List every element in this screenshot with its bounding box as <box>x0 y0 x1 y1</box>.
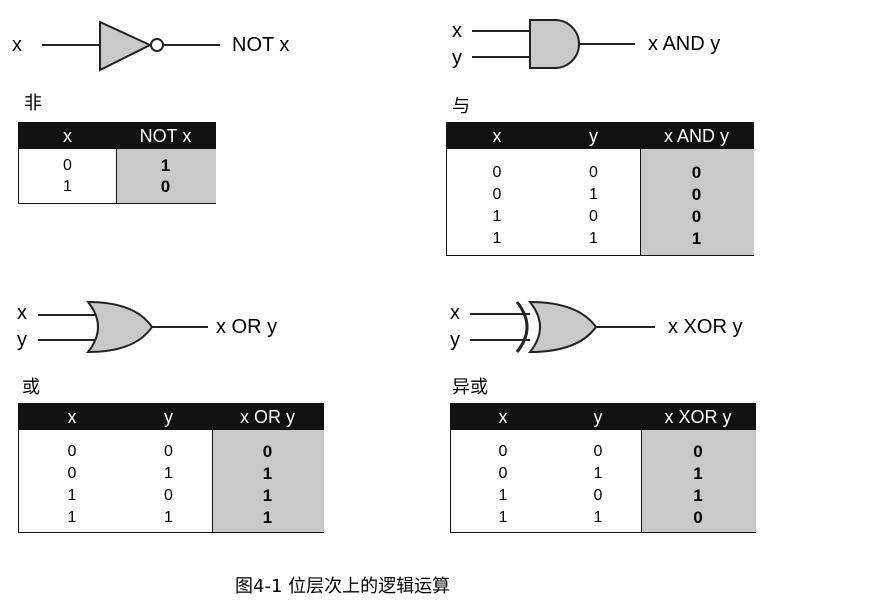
or-output-label: x OR y <box>216 316 278 338</box>
table-cell: 0 <box>691 185 702 204</box>
table-cell: 1 <box>262 464 273 483</box>
header-x: x <box>63 126 72 146</box>
header-x: x <box>67 407 77 427</box>
header-y: y <box>164 407 173 427</box>
table-cell: 1 <box>262 486 273 505</box>
and-gate <box>472 19 635 69</box>
table-cell: 0 <box>164 487 173 504</box>
and-output-label: x AND y <box>648 33 721 55</box>
xor-input-y-label: y <box>450 329 460 351</box>
table-cell: 1 <box>498 487 508 504</box>
header-x-xor-y: x XOR y <box>664 407 732 427</box>
or-input-y-label: y <box>17 329 27 351</box>
table-cell: 0 <box>498 465 508 482</box>
table-cell: 0 <box>589 208 598 225</box>
not-truth-table: x NOT x 0 1 1 0 <box>18 122 216 204</box>
not-output-label: NOT x <box>232 34 290 56</box>
table-cell: 1 <box>63 178 72 195</box>
table-cell: 1 <box>589 230 598 247</box>
or-truth-table: x y x OR y 0 0 0 0 1 1 1 0 1 1 1 1 <box>18 403 324 533</box>
header-y: y <box>593 407 603 427</box>
not-title: 非 <box>24 93 42 114</box>
table-cell: 1 <box>492 208 502 225</box>
table-cell: 0 <box>593 487 603 504</box>
table-cell: 0 <box>164 443 173 460</box>
header-x: x <box>492 126 502 146</box>
table-cell: 0 <box>67 443 77 460</box>
table-cell: 1 <box>589 186 598 203</box>
table-cell: 0 <box>160 177 171 196</box>
xor-output-label: x XOR y <box>668 316 743 338</box>
table-cell: 1 <box>593 465 603 482</box>
table-cell: 0 <box>492 186 502 203</box>
figure-caption: 图4-1 位层次上的逻辑运算 <box>235 576 451 597</box>
and-title: 与 <box>452 96 470 117</box>
table-cell: 0 <box>67 465 77 482</box>
and-input-y-label: y <box>452 47 462 69</box>
header-y: y <box>589 126 598 146</box>
table-cell: 1 <box>693 464 703 483</box>
or-gate <box>38 300 208 354</box>
table-cell: 0 <box>693 508 703 527</box>
header-x-or-y: x OR y <box>239 407 295 427</box>
table-cell: 1 <box>498 509 508 526</box>
table-cell: 1 <box>67 509 77 526</box>
xor-truth-table: x y x XOR y 0 0 0 0 1 1 1 0 1 1 1 0 <box>450 403 756 533</box>
table-cell: 1 <box>160 156 171 175</box>
table-cell: 0 <box>691 207 702 226</box>
or-title: 或 <box>22 377 40 398</box>
not-input-x-label: x <box>12 34 22 56</box>
table-cell: 1 <box>492 230 502 247</box>
xor-gate <box>470 300 655 354</box>
header-not-x: NOT x <box>139 126 192 146</box>
table-cell: 0 <box>589 164 598 181</box>
table-cell: 1 <box>67 487 77 504</box>
table-cell: 1 <box>164 465 173 482</box>
table-cell: 0 <box>693 442 703 461</box>
table-cell: 0 <box>691 163 702 182</box>
table-cell: 0 <box>593 443 603 460</box>
table-cell: 0 <box>498 443 508 460</box>
xor-input-x-label: x <box>450 302 460 324</box>
table-cell: 1 <box>693 486 703 505</box>
table-cell: 0 <box>63 157 72 174</box>
table-cell: 1 <box>593 509 603 526</box>
xor-title: 异或 <box>452 377 488 398</box>
table-cell: 1 <box>262 508 273 527</box>
table-cell: 1 <box>691 229 702 248</box>
and-truth-table: x y x AND y 0 0 0 0 1 0 1 0 0 1 1 1 <box>446 122 754 256</box>
and-input-x-label: x <box>452 20 462 42</box>
header-x-and-y: x AND y <box>663 126 729 146</box>
table-cell: 0 <box>492 164 502 181</box>
table-cell: 1 <box>164 509 173 526</box>
header-x: x <box>498 407 508 427</box>
table-cell: 0 <box>262 442 273 461</box>
not-gate <box>42 20 220 72</box>
or-input-x-label: x <box>17 302 27 324</box>
